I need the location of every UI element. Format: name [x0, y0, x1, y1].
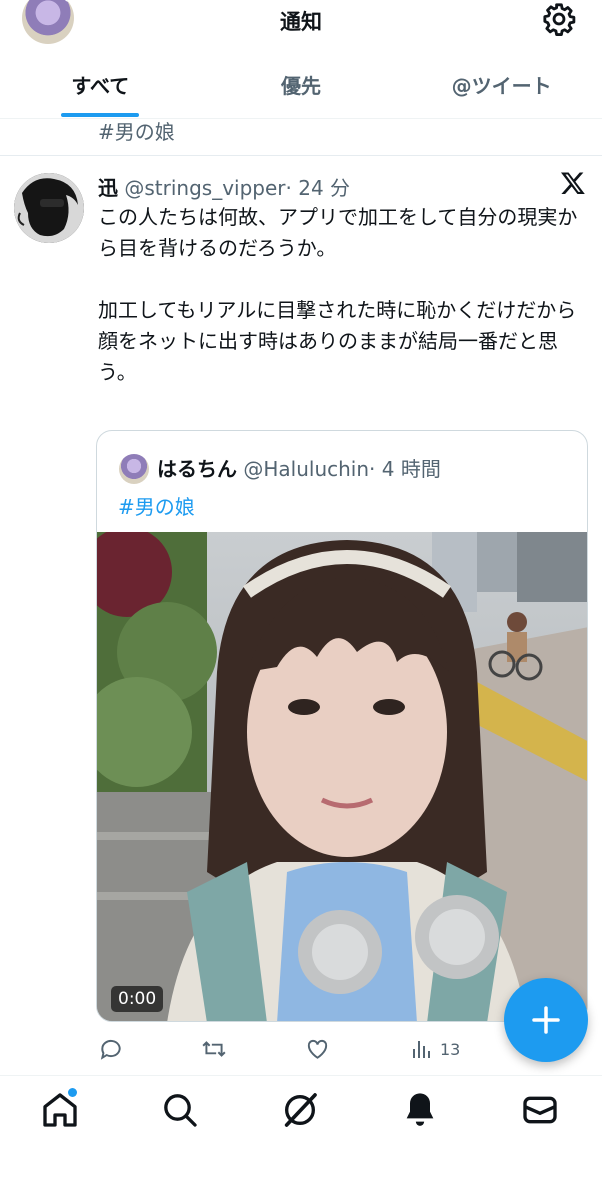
- gear-icon[interactable]: [542, 2, 576, 36]
- tweet-timestamp: · 24 分: [285, 176, 351, 200]
- plus-icon: [532, 1006, 560, 1034]
- avatar-image: [14, 173, 84, 243]
- home-unread-dot: [68, 1088, 77, 1097]
- retweet-button[interactable]: [200, 1032, 228, 1066]
- video-thumbnail[interactable]: 0:00: [97, 532, 587, 1021]
- quoted-author-name: はるちん: [157, 457, 237, 481]
- reply-icon: [100, 1039, 121, 1060]
- quoted-tweet-header: はるちん @Haluluchin· 4 時間: [157, 453, 441, 482]
- reply-button[interactable]: [98, 1032, 124, 1066]
- tweet-author-avatar[interactable]: [14, 173, 84, 243]
- tab-priority[interactable]: 優先: [201, 58, 402, 118]
- notification-tabs: すべて 優先 @ツイート: [0, 58, 602, 118]
- tab-all-label: すべて: [71, 74, 130, 98]
- views-button[interactable]: 13: [410, 1032, 460, 1066]
- quoted-tweet-card[interactable]: はるちん @Haluluchin· 4 時間 #男の娘 0:00: [96, 430, 588, 1022]
- tab-mentions-label: @ツイート: [451, 74, 552, 98]
- quoted-hashtag[interactable]: #男の娘: [118, 491, 195, 520]
- tabs-divider: [0, 118, 602, 119]
- bottom-navigation: [0, 1076, 602, 1200]
- retweet-icon: [202, 1041, 226, 1057]
- search-icon[interactable]: [160, 1090, 200, 1130]
- tweet-author-handle[interactable]: @strings_vipper: [124, 176, 285, 200]
- compose-button[interactable]: [504, 978, 588, 1062]
- tab-mentions[interactable]: @ツイート: [401, 58, 602, 118]
- tweet-header: 迅 @strings_vipper· 24 分: [98, 172, 350, 201]
- quoted-timestamp: · 4 時間: [369, 457, 441, 481]
- page-title: 通知: [280, 10, 322, 34]
- quoted-author-avatar: [119, 454, 149, 484]
- x-logo-icon: [560, 172, 585, 195]
- views-count: 13: [440, 1039, 461, 1059]
- bar-chart-icon: [413, 1041, 430, 1058]
- heart-icon: [307, 1039, 328, 1059]
- mail-icon[interactable]: [520, 1090, 560, 1130]
- bell-icon[interactable]: [400, 1090, 440, 1130]
- notification-dot: [64, 0, 74, 2]
- tab-priority-label: 優先: [281, 74, 321, 98]
- tab-all[interactable]: すべて: [0, 58, 201, 118]
- tweet-body: この人たちは何故、アプリで加工をして自分の現実から目を背けるのだろうか。 加工し…: [98, 205, 578, 384]
- video-duration-badge: 0:00: [111, 986, 164, 1012]
- video-frame-illustration: [97, 532, 587, 1021]
- grok-icon[interactable]: [280, 1090, 320, 1130]
- like-button[interactable]: [304, 1032, 331, 1066]
- tweet-divider: [0, 155, 602, 156]
- quoted-author-handle: @Haluluchin: [243, 457, 370, 481]
- tweet-author-name[interactable]: 迅: [98, 176, 118, 200]
- previous-tweet-hashtag[interactable]: #男の娘: [98, 116, 175, 145]
